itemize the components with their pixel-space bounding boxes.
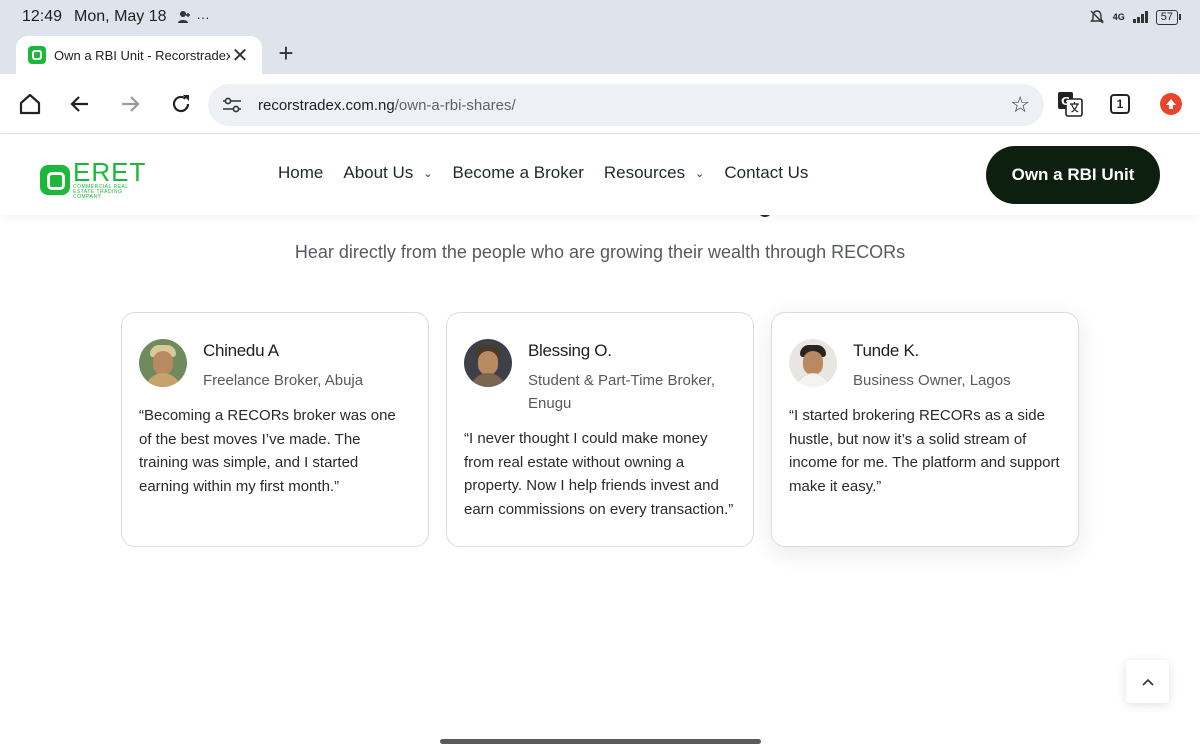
signal-icon	[1132, 11, 1148, 23]
testimonial-quote: “Becoming a RECORs broker was one of the…	[139, 407, 396, 495]
chevron-down-icon: ⌄	[423, 167, 433, 180]
home-icon[interactable]	[16, 90, 44, 118]
status-icons: ···	[177, 10, 210, 25]
gesture-home-indicator[interactable]	[440, 739, 761, 744]
nav-item-resources-label: Resources	[603, 163, 686, 182]
testimonial-card: Blessing O. Student & Part-Time Broker, …	[446, 312, 754, 547]
testimonial-quote: “I never thought I could make money from…	[464, 430, 734, 518]
tab-title: Own a RBI Unit - Recorstradex	[54, 47, 230, 63]
site-settings-icon[interactable]	[222, 96, 244, 114]
chevron-down-icon: ⌄	[695, 167, 705, 180]
status-date: Mon, May 18	[74, 8, 167, 25]
person-notification-icon	[177, 11, 190, 23]
logo-text: ERET	[73, 157, 147, 187]
browser-tab-active[interactable]: Own a RBI Unit - Recorstradex ✕	[16, 36, 262, 74]
nav-item-contact[interactable]: Contact Us	[724, 163, 808, 183]
translate-icon[interactable]: G	[1056, 90, 1084, 118]
url-host: recorstradex.com.ng	[258, 96, 395, 114]
close-tab-icon[interactable]: ✕	[230, 43, 250, 68]
testimonial-name: Blessing O.	[528, 341, 612, 360]
testimonial-card: Tunde K. Business Owner, Lagos “I starte…	[771, 312, 1079, 547]
scroll-to-top-button[interactable]	[1126, 660, 1169, 703]
testimonial-role: Freelance Broker, Abuja	[203, 372, 364, 389]
reload-icon[interactable]	[167, 90, 195, 118]
own-rbi-unit-button[interactable]: Own a RBI Unit	[986, 146, 1160, 204]
address-bar[interactable]: recorstradex.com.ng/own-a-rbi-shares/ ☆	[208, 84, 1044, 126]
nav-item-broker[interactable]: Become a Broker	[453, 163, 584, 183]
bookmark-star-icon[interactable]: ☆	[1010, 92, 1030, 118]
status-time: 12:49	[22, 8, 63, 25]
nav-item-about[interactable]: About Us ⌄	[343, 163, 432, 183]
testimonial-name: Chinedu A	[203, 341, 279, 360]
avatar	[139, 339, 187, 387]
nav-item-about-label: About Us	[343, 163, 414, 182]
testimonial-role: Student & Part-Time Broker, Enugu	[528, 372, 716, 412]
logo-tagline: COMMERCIAL REAL ESTATE TRADING COMPANY	[73, 184, 129, 200]
network-type: 4G	[1112, 12, 1125, 22]
back-icon[interactable]	[66, 90, 94, 118]
testimonial-card: Chinedu A Freelance Broker, Abuja “Becom…	[121, 312, 429, 547]
status-right: 4G 57	[1089, 9, 1182, 25]
battery-icon: 57	[1155, 9, 1182, 25]
new-tab-icon[interactable]: +	[274, 40, 298, 66]
testimonial-role: Business Owner, Lagos	[853, 372, 1011, 389]
site-header: ERET COMMERCIAL REAL ESTATE TRADING COMP…	[0, 135, 1200, 215]
tab-count: 1	[1110, 94, 1130, 114]
mute-icon	[1089, 10, 1104, 24]
browser-toolbar: recorstradex.com.ng/own-a-rbi-shares/ ☆ …	[0, 74, 1200, 134]
testimonial-name: Tunde K.	[853, 341, 919, 360]
nav-item-resources[interactable]: Resources ⌄	[604, 163, 704, 183]
site-favicon-icon	[28, 46, 46, 64]
section-subtitle: Hear directly from the people who are gr…	[294, 242, 906, 262]
more-notifications-icon: ···	[196, 9, 210, 25]
url-path: /own-a-rbi-shares/	[394, 96, 516, 114]
main-nav: Home About Us ⌄ Become a Broker Resources…	[278, 163, 828, 183]
site-logo[interactable]: ERET COMMERCIAL REAL ESTATE TRADING COMP…	[40, 159, 146, 200]
tab-switcher-button[interactable]: 1	[1106, 90, 1134, 118]
chevron-up-icon	[1141, 678, 1154, 686]
forward-icon[interactable]	[116, 90, 144, 118]
extension-icon[interactable]	[1157, 90, 1185, 118]
status-bar: 12:49 Mon, May 18 ··· 4G 57	[0, 0, 1200, 34]
nav-item-home[interactable]: Home	[278, 163, 323, 183]
logo-mark-icon	[40, 164, 70, 195]
avatar	[464, 339, 512, 387]
svg-text:G: G	[1061, 95, 1070, 108]
tab-strip: Own a RBI Unit - Recorstradex ✕ +	[0, 34, 1200, 74]
testimonial-quote: “I started brokering RECORs as a side hu…	[789, 407, 1060, 495]
avatar	[789, 339, 837, 387]
